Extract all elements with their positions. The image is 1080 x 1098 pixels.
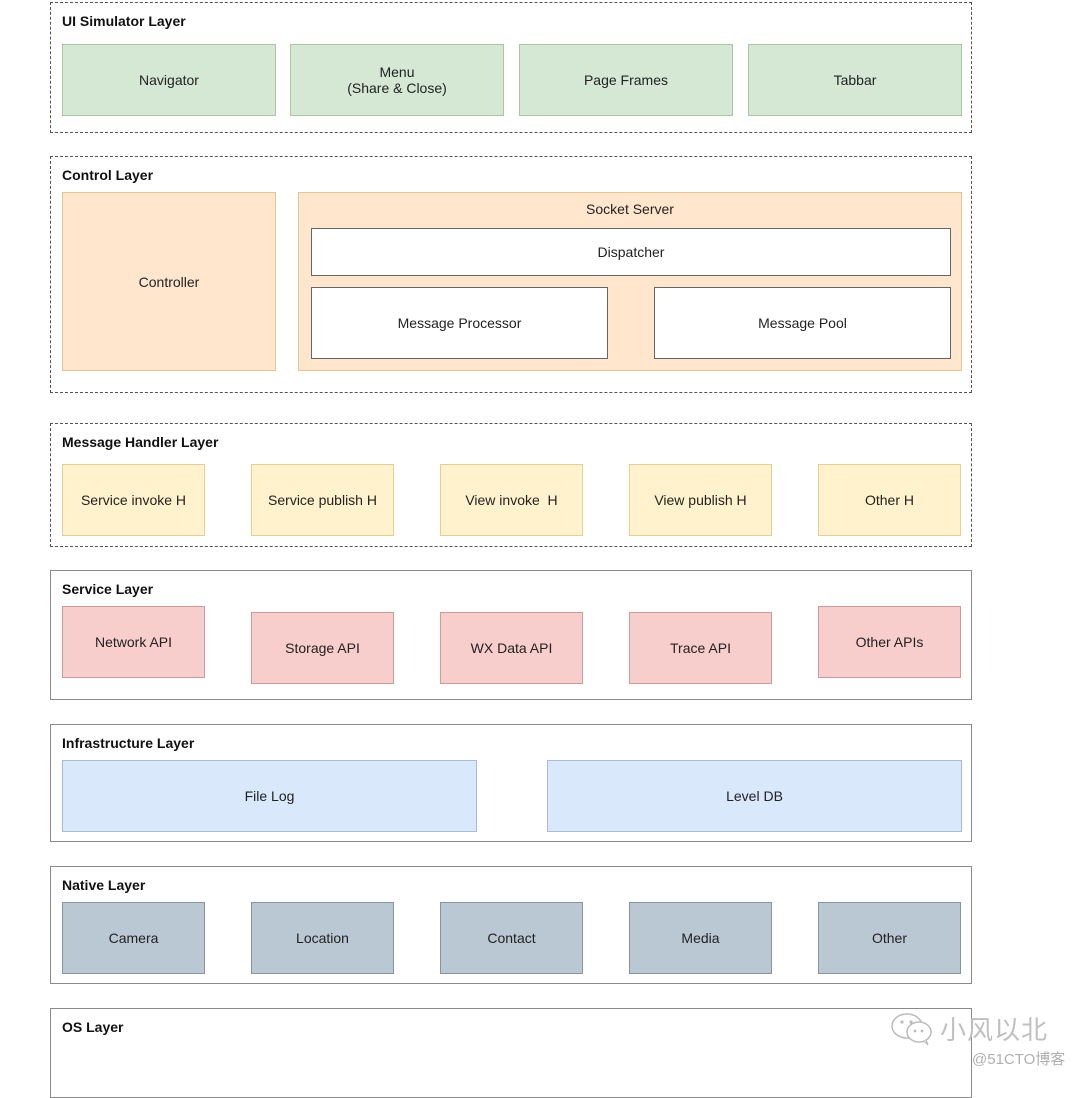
native-layer: Native Layer Camera Location Contact Med… — [50, 866, 972, 984]
infrastructure-layer: Infrastructure Layer File Log Level DB — [50, 724, 972, 842]
watermark-source: @51CTO博客 — [972, 1051, 1066, 1068]
view-publish-handler-box: View publish H — [629, 464, 772, 536]
wx-data-api-box: WX Data API — [440, 612, 583, 684]
menu-box: Menu (Share & Close) — [290, 44, 504, 116]
camera-box: Camera — [62, 902, 205, 974]
controller-box: Controller — [62, 192, 276, 371]
message-pool-box: Message Pool — [654, 287, 951, 359]
file-log-box: File Log — [62, 760, 477, 832]
navigator-box: Navigator — [62, 44, 276, 116]
service-layer: Service Layer Network API Storage API WX… — [50, 570, 972, 700]
layer-title: Infrastructure Layer — [62, 735, 195, 751]
other-apis-box: Other APIs — [818, 606, 961, 678]
message-processor-box: Message Processor — [311, 287, 608, 359]
level-db-box: Level DB — [547, 760, 962, 832]
socket-server-box: Socket Server Dispatcher Message Process… — [298, 192, 962, 371]
contact-box: Contact — [440, 902, 583, 974]
trace-api-box: Trace API — [629, 612, 772, 684]
service-invoke-handler-box: Service invoke H — [62, 464, 205, 536]
other-native-box: Other — [818, 902, 961, 974]
layer-title: OS Layer — [62, 1019, 124, 1035]
wechat-icon — [891, 1013, 932, 1046]
media-box: Media — [629, 902, 772, 974]
layer-title: Message Handler Layer — [62, 434, 219, 450]
ui-simulator-layer: UI Simulator Layer Navigator Menu (Share… — [50, 2, 972, 133]
storage-api-box: Storage API — [251, 612, 394, 684]
layer-title: Control Layer — [62, 167, 154, 183]
location-box: Location — [251, 902, 394, 974]
watermark-author: 小风以北 — [940, 1015, 1049, 1045]
service-publish-handler-box: Service publish H — [251, 464, 394, 536]
other-handler-box: Other H — [818, 464, 961, 536]
layer-title: UI Simulator Layer — [62, 13, 186, 29]
network-api-box: Network API — [62, 606, 205, 678]
dispatcher-box: Dispatcher — [311, 228, 951, 276]
layer-title: Service Layer — [62, 581, 154, 597]
socket-server-title: Socket Server — [586, 201, 674, 217]
view-invoke-handler-box: View invoke H — [440, 464, 583, 536]
control-layer: Control Layer Controller Socket Server D… — [50, 156, 972, 393]
os-layer: OS Layer — [50, 1008, 972, 1098]
message-handler-layer: Message Handler Layer Service invoke H S… — [50, 423, 972, 547]
layer-title: Native Layer — [62, 877, 146, 893]
page-frames-box: Page Frames — [519, 44, 733, 116]
tabbar-box: Tabbar — [748, 44, 962, 116]
